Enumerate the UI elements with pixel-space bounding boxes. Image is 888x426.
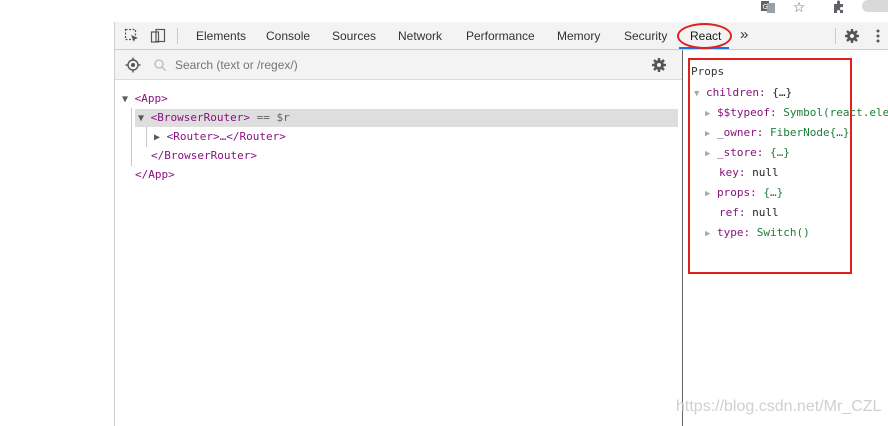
select-component-icon[interactable] xyxy=(124,56,142,74)
svg-text:G: G xyxy=(763,3,768,11)
tree-node-browserrouter[interactable]: ▼ <BrowserRouter> == $r xyxy=(138,111,290,126)
highlight-ellipse-annotation xyxy=(677,23,732,49)
highlight-box-annotation xyxy=(688,58,852,274)
pane-divider[interactable] xyxy=(682,50,683,426)
tab-security[interactable]: Security xyxy=(624,22,667,50)
browser-chrome-bar xyxy=(0,0,888,22)
more-tabs-button[interactable]: » xyxy=(740,21,748,49)
tree-node-browserrouter-close: </BrowserRouter> xyxy=(151,149,257,162)
expand-triangle-icon[interactable]: ▼ xyxy=(122,94,128,105)
tab-memory[interactable]: Memory xyxy=(557,22,600,50)
translate-icon[interactable]: G xyxy=(760,0,776,14)
tab-performance[interactable]: Performance xyxy=(466,22,535,50)
tree-guide-line xyxy=(131,108,132,166)
page-viewport xyxy=(0,22,115,426)
tab-sources[interactable]: Sources xyxy=(332,22,376,50)
tab-network[interactable]: Network xyxy=(398,22,442,50)
tree-node-app[interactable]: ▼ <App> xyxy=(122,92,168,107)
toolbar-separator xyxy=(835,28,836,44)
device-toggle-icon[interactable] xyxy=(149,27,167,45)
inspect-element-icon[interactable] xyxy=(123,27,141,45)
search-icon xyxy=(151,56,169,74)
tree-node-app-close: </App> xyxy=(135,168,175,181)
settings-gear-icon[interactable] xyxy=(650,56,668,74)
watermark-text: https://blog.csdn.net/Mr_CZL xyxy=(676,398,882,415)
tree-guide-line xyxy=(146,127,147,147)
extensions-icon[interactable] xyxy=(830,0,848,14)
tab-console[interactable]: Console xyxy=(266,22,310,50)
toolbar-separator xyxy=(177,28,178,44)
more-options-icon[interactable] xyxy=(872,27,884,45)
profile-avatar[interactable] xyxy=(862,0,888,12)
bookmark-star-icon[interactable]: ☆ xyxy=(791,0,807,14)
expand-triangle-icon[interactable]: ▼ xyxy=(138,113,144,124)
tab-elements[interactable]: Elements xyxy=(196,22,246,50)
search-input[interactable] xyxy=(175,56,635,73)
collapse-triangle-icon[interactable]: ▶ xyxy=(154,132,160,143)
settings-gear-icon[interactable] xyxy=(843,27,861,45)
tree-node-router[interactable]: ▶ <Router>…</Router> xyxy=(154,130,286,145)
